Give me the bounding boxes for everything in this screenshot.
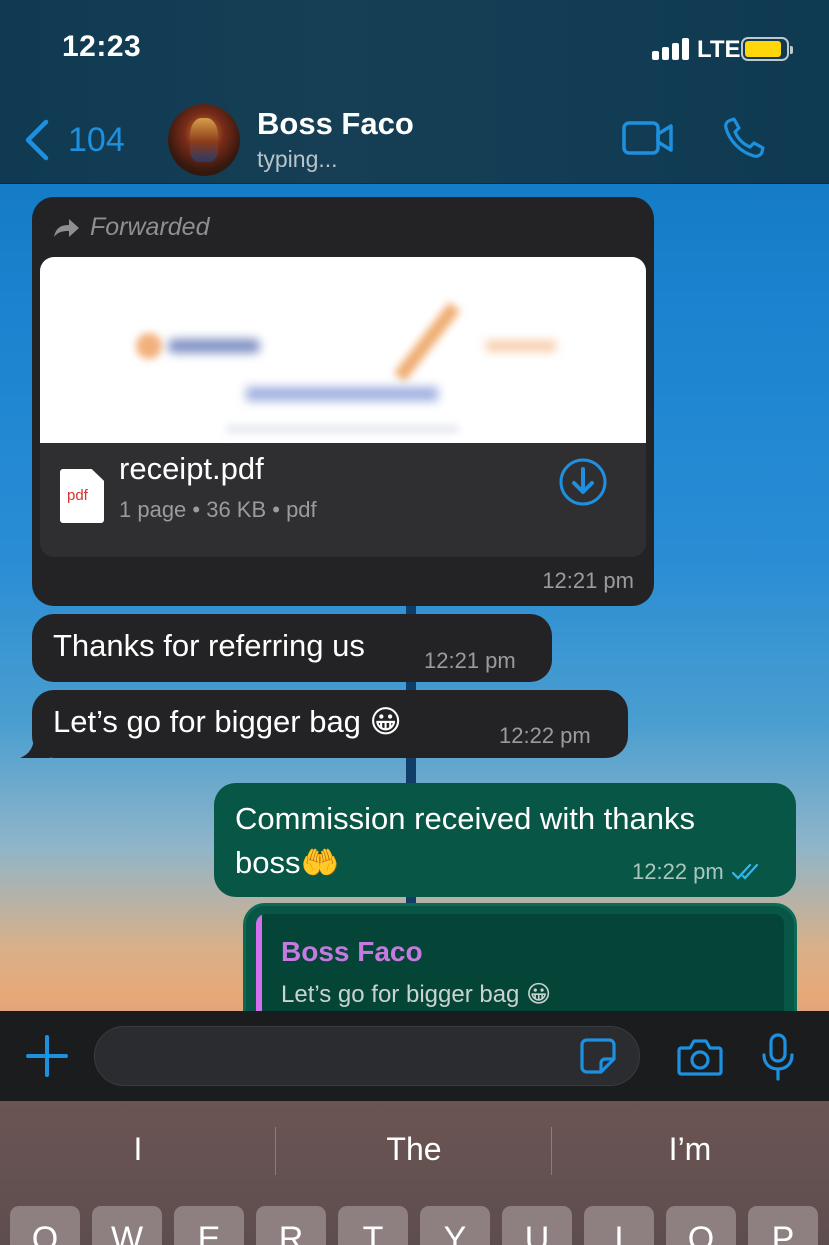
- suggestion-1[interactable]: I: [0, 1131, 276, 1168]
- message-composer: [0, 1011, 829, 1101]
- sticker-icon[interactable]: [579, 1037, 617, 1075]
- document-preview[interactable]: [40, 257, 646, 443]
- message-time: 12:21 pm: [542, 568, 634, 593]
- forward-arrow-icon: [54, 218, 79, 237]
- file-name: receipt.pdf: [119, 451, 264, 486]
- plus-icon[interactable]: [26, 1035, 68, 1077]
- key-i[interactable]: I: [584, 1206, 654, 1245]
- status-time: 12:23: [62, 30, 142, 63]
- chat-header: 12:23 LTE 104 Boss Faco typing...: [0, 0, 829, 184]
- suggestion-3[interactable]: I’m: [552, 1131, 828, 1168]
- keyboard: I The I’m Q W E R T Y U I O P: [0, 1101, 829, 1245]
- quote-text: Let’s go for bigger bag 😀: [281, 981, 552, 1008]
- forwarded-document-message[interactable]: Forwarded pdf receipt.pdf 1 page • 36 KB…: [32, 197, 654, 606]
- incoming-message[interactable]: Let’s go for bigger bag 😀 12:22 pm: [32, 690, 628, 758]
- quote-author: Boss Faco: [281, 936, 423, 967]
- message-text: Thanks for referring us: [53, 628, 365, 663]
- key-r[interactable]: R: [256, 1206, 326, 1245]
- key-p[interactable]: P: [748, 1206, 818, 1245]
- key-u[interactable]: U: [502, 1206, 572, 1245]
- read-receipt-icon: [731, 863, 758, 880]
- message-time: 12:22 pm: [499, 723, 591, 748]
- key-o[interactable]: O: [666, 1206, 736, 1245]
- message-time-row: 12:22 pm: [632, 859, 762, 885]
- message-time: 12:22 pm: [632, 859, 724, 884]
- file-meta: 1 page • 36 KB • pdf: [119, 497, 317, 522]
- key-q[interactable]: Q: [10, 1206, 80, 1245]
- download-icon[interactable]: [558, 457, 608, 507]
- microphone-icon[interactable]: [761, 1033, 795, 1081]
- camera-icon[interactable]: [677, 1037, 723, 1077]
- pdf-file-icon: pdf: [60, 469, 104, 523]
- suggestion-2[interactable]: The: [276, 1131, 552, 1168]
- phone-call-icon[interactable]: [722, 116, 766, 160]
- key-e[interactable]: E: [174, 1206, 244, 1245]
- key-y[interactable]: Y: [420, 1206, 490, 1245]
- message-text: Let’s go for bigger bag 😀: [53, 704, 402, 739]
- contact-name[interactable]: Boss Faco: [257, 106, 414, 142]
- back-button[interactable]: 104: [22, 116, 125, 164]
- outgoing-message[interactable]: Commission received with thanks boss🤲 12…: [214, 783, 796, 897]
- video-call-icon[interactable]: [622, 120, 674, 156]
- key-w[interactable]: W: [92, 1206, 162, 1245]
- chevron-left-icon: [25, 119, 49, 161]
- signal-icon: [652, 38, 690, 60]
- forwarded-label: Forwarded: [52, 213, 210, 242]
- contact-avatar[interactable]: [168, 104, 240, 176]
- file-info-row[interactable]: pdf receipt.pdf 1 page • 36 KB • pdf: [40, 443, 646, 557]
- key-t[interactable]: T: [338, 1206, 408, 1245]
- message-time: 12:21 pm: [424, 648, 516, 673]
- network-type: LTE: [697, 36, 741, 63]
- message-input[interactable]: [94, 1026, 640, 1086]
- unread-count: 104: [68, 120, 125, 159]
- battery-icon: [741, 37, 793, 61]
- contact-status: typing...: [257, 146, 338, 172]
- incoming-message[interactable]: Thanks for referring us 12:21 pm: [32, 614, 552, 682]
